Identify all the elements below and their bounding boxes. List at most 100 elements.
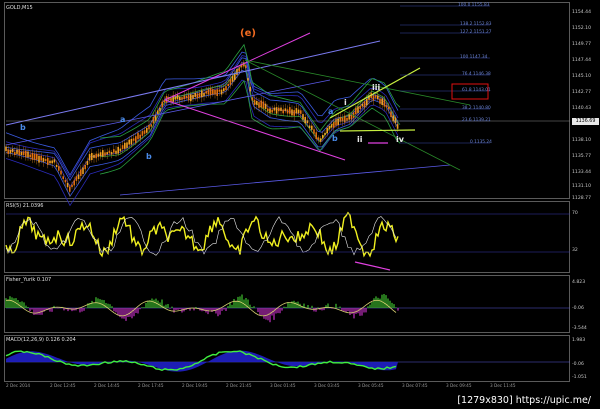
candle: [108, 150, 111, 154]
candle: [113, 149, 115, 153]
candle: [308, 125, 311, 128]
candle: [93, 154, 95, 158]
fisher-tick: 4.823: [572, 280, 586, 285]
candle: [82, 167, 84, 174]
candle: [183, 95, 185, 99]
candle: [99, 152, 102, 157]
candle: [9, 149, 12, 154]
price-tick: 1142.77: [572, 90, 591, 95]
candle: [302, 114, 304, 120]
candle: [18, 149, 20, 155]
candle: [291, 109, 293, 116]
candle: [51, 160, 53, 164]
macd-tick: -1.051: [572, 375, 587, 380]
fisher-tick: -3.544: [572, 326, 587, 331]
wave-label-a: a: [328, 107, 334, 116]
candle: [214, 90, 216, 95]
time-tick: 2 Dec 19:45: [182, 383, 208, 388]
chart-plot: [5, 5, 570, 372]
candle: [71, 184, 73, 188]
symbol-label: GOLD,M15: [6, 5, 33, 11]
time-tick: 2 Dec 12:45: [50, 383, 76, 388]
candle: [284, 108, 287, 112]
candle: [295, 108, 298, 114]
candle: [247, 78, 249, 81]
macd-tick: -0.06: [572, 362, 584, 367]
candle: [267, 108, 269, 112]
candle: [322, 135, 324, 139]
candle: [236, 69, 238, 75]
candle: [161, 101, 163, 108]
candle: [190, 94, 192, 102]
candle: [47, 157, 49, 165]
candle: [115, 150, 117, 154]
price-tick: 1135.77: [572, 154, 591, 159]
rsi-axis: 70 32: [570, 201, 600, 273]
wave-label-e: (e): [240, 28, 256, 39]
candle: [64, 179, 67, 183]
candle: [262, 101, 265, 109]
candle: [315, 132, 317, 139]
candle: [348, 114, 350, 120]
rsi-tick: 32: [572, 248, 578, 253]
fib-level-label: 100 1147.34: [460, 55, 488, 60]
candle: [179, 97, 181, 101]
candle: [33, 153, 36, 160]
candle: [383, 99, 386, 107]
candle: [5, 146, 7, 152]
time-tick: 2 Dec 14:45: [94, 383, 120, 388]
fib-level-label: 0 1135.24: [470, 140, 492, 145]
price-tick: 1131.10: [572, 184, 591, 189]
time-tick: 2 Dec 21:45: [226, 383, 252, 388]
time-tick: 3 Dec 11:45: [490, 383, 516, 388]
candle: [319, 138, 322, 142]
candle: [333, 122, 335, 128]
candle: [135, 136, 137, 143]
candle: [110, 152, 113, 155]
price-tick: 1133.44: [572, 170, 591, 175]
candle: [293, 110, 295, 116]
candle: [311, 125, 313, 130]
price-axis: 1154.44 1152.10 1149.77 1147.44 1145.10 …: [570, 2, 600, 201]
candle: [49, 160, 51, 164]
candle: [139, 134, 141, 139]
wave-label-b: b: [20, 123, 26, 132]
wave-label-b: b: [146, 152, 152, 161]
chart-window: GOLD,M15 RSI(5) 21.0396 Fisher_Yurik 0.1…: [0, 0, 600, 409]
candle: [271, 109, 273, 113]
candle: [344, 115, 346, 123]
candle: [60, 170, 62, 175]
candle: [205, 91, 207, 94]
trendline-lower: [119, 164, 451, 196]
candle: [337, 118, 339, 125]
candle: [289, 107, 291, 114]
candle: [29, 154, 31, 158]
fisher-tick: -0.06: [572, 306, 584, 311]
candle: [58, 166, 60, 171]
current-price-marker: 1136.69: [572, 118, 599, 125]
candle: [203, 93, 205, 97]
price-tick: 1147.44: [572, 58, 591, 63]
candle: [121, 145, 124, 149]
candle: [36, 154, 38, 160]
candle: [159, 107, 161, 112]
candle: [117, 146, 119, 154]
candle: [313, 129, 315, 134]
macd-tick: 1.983: [572, 338, 586, 343]
rsi-tick: 70: [572, 211, 578, 216]
candle: [229, 79, 232, 85]
trendline-upper: [5, 40, 381, 126]
candle: [143, 130, 146, 134]
magenta-trendline: [164, 32, 311, 101]
candle: [194, 93, 196, 97]
candle: [374, 95, 377, 98]
candle: [297, 109, 300, 114]
price-tick: 1154.44: [572, 10, 591, 15]
fib-level-label: 127.2 1151.27: [460, 30, 492, 35]
fib-level-label: 76.4 1146.38: [462, 72, 491, 77]
fisher-label: Fisher_Yurik 0.107: [6, 277, 52, 283]
candle: [22, 151, 25, 156]
candle: [44, 159, 47, 161]
price-tick: 1149.77: [572, 42, 591, 47]
fib-level-label: 23.6 1139.21: [462, 118, 491, 123]
